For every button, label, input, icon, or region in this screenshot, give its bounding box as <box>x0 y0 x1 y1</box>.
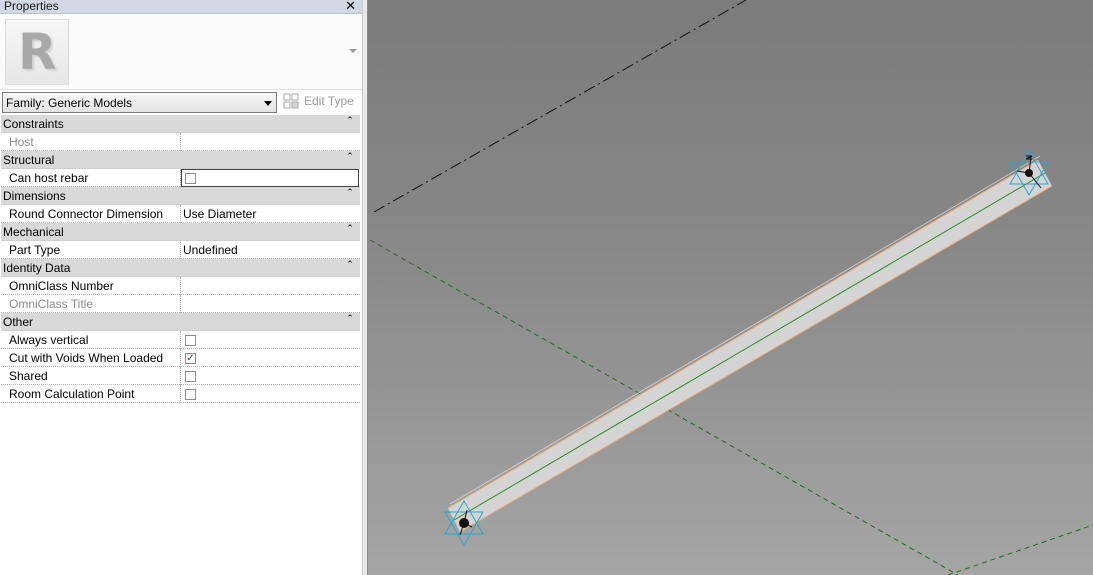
column-divider <box>180 241 181 259</box>
collapse-icon[interactable]: ⌃ <box>345 116 355 129</box>
property-value[interactable]: Undefined <box>183 243 238 257</box>
property-label: Round Connector Dimension <box>9 207 164 221</box>
property-label: OmniClass Title <box>9 297 94 311</box>
column-divider <box>180 205 181 223</box>
property-row-round-connector-dimension[interactable]: Round Connector Dimension Use Diameter <box>1 205 360 223</box>
close-icon[interactable]: ✕ <box>345 0 356 13</box>
property-group-label: Constraints <box>3 117 64 131</box>
property-group-identity-data[interactable]: Identity Data ⌃ <box>1 259 360 277</box>
property-label: Cut with Voids When Loaded <box>9 351 164 365</box>
edit-type-icon <box>283 93 299 109</box>
type-selector[interactable]: R <box>0 15 362 90</box>
column-divider <box>180 295 181 313</box>
property-edit-cell[interactable] <box>181 169 359 187</box>
property-row-can-host-rebar[interactable]: Can host rebar <box>1 169 360 187</box>
property-row-always-vertical[interactable]: Always vertical <box>1 331 360 349</box>
column-divider <box>180 277 181 295</box>
revit-logo-icon: R <box>18 23 57 81</box>
property-value[interactable]: Use Diameter <box>183 207 256 221</box>
property-label: Can host rebar <box>9 171 89 185</box>
reference-plane-right[interactable] <box>947 524 1093 575</box>
column-divider <box>180 133 181 151</box>
shared-checkbox[interactable] <box>185 371 196 382</box>
family-filter-value: Family: Generic Models <box>6 96 133 110</box>
property-group-structural[interactable]: Structural ⌃ <box>1 151 360 169</box>
collapse-icon[interactable]: ⌃ <box>345 314 355 327</box>
room-calculation-point-checkbox[interactable] <box>185 389 196 400</box>
column-divider <box>180 385 181 403</box>
property-grid: Constraints ⌃ Host Structural ⌃ Can host reba… <box>1 115 360 403</box>
property-group-mechanical[interactable]: Mechanical ⌃ <box>1 223 360 241</box>
property-label: Room Calculation Point <box>9 387 135 401</box>
property-row-omniclass-title[interactable]: OmniClass Title <box>1 295 360 313</box>
property-row-room-calculation-point[interactable]: Room Calculation Point <box>1 385 360 403</box>
edit-type-label: Edit Type <box>304 94 354 108</box>
pipe-element[interactable] <box>447 155 1053 533</box>
family-type-thumbnail: R <box>5 19 69 85</box>
property-group-dimensions[interactable]: Dimensions ⌃ <box>1 187 360 205</box>
properties-title: Properties <box>4 0 59 13</box>
collapse-icon[interactable]: ⌃ <box>345 188 355 201</box>
can-host-rebar-checkbox[interactable] <box>185 173 196 184</box>
property-row-part-type[interactable]: Part Type Undefined <box>1 241 360 259</box>
property-group-label: Mechanical <box>3 225 64 239</box>
reference-line[interactable] <box>373 0 747 213</box>
chevron-down-icon[interactable] <box>264 101 272 106</box>
properties-palette: Properties ✕ R Family: Generic Models Ed… <box>0 0 362 575</box>
cut-with-voids-when-loaded-checkbox[interactable]: ✓ <box>185 353 196 364</box>
collapse-icon[interactable]: ⌃ <box>345 260 355 273</box>
property-row-omniclass-number[interactable]: OmniClass Number <box>1 277 360 295</box>
properties-title-bar[interactable]: Properties ✕ <box>0 0 362 14</box>
property-label: Shared <box>9 369 48 383</box>
collapse-icon[interactable]: ⌃ <box>345 224 355 237</box>
collapse-icon[interactable]: ⌃ <box>345 152 355 165</box>
property-label: Host <box>9 135 34 149</box>
type-selector-dropdown-icon[interactable] <box>349 49 357 53</box>
property-group-label: Dimensions <box>3 189 66 203</box>
column-divider <box>180 331 181 349</box>
property-row-cut-with-voids-when-loaded[interactable]: Cut with Voids When Loaded ✓ <box>1 349 360 367</box>
property-group-label: Identity Data <box>3 261 71 275</box>
column-divider <box>180 349 181 367</box>
always-vertical-checkbox[interactable] <box>185 335 196 346</box>
3d-view-canvas[interactable] <box>368 0 1093 575</box>
property-label: OmniClass Number <box>9 279 114 293</box>
property-group-label: Other <box>3 315 34 329</box>
3d-view[interactable] <box>368 0 1093 575</box>
property-group-constraints[interactable]: Constraints ⌃ <box>1 115 360 133</box>
property-row-shared[interactable]: Shared <box>1 367 360 385</box>
column-divider <box>180 367 181 385</box>
property-label: Always vertical <box>9 333 89 347</box>
property-row-host[interactable]: Host <box>1 133 360 151</box>
edit-type-button[interactable]: Edit Type <box>282 92 358 112</box>
property-group-label: Structural <box>3 153 55 167</box>
property-group-other[interactable]: Other ⌃ <box>1 313 360 331</box>
property-label: Part Type <box>9 243 61 257</box>
family-filter-select[interactable]: Family: Generic Models <box>2 92 277 113</box>
